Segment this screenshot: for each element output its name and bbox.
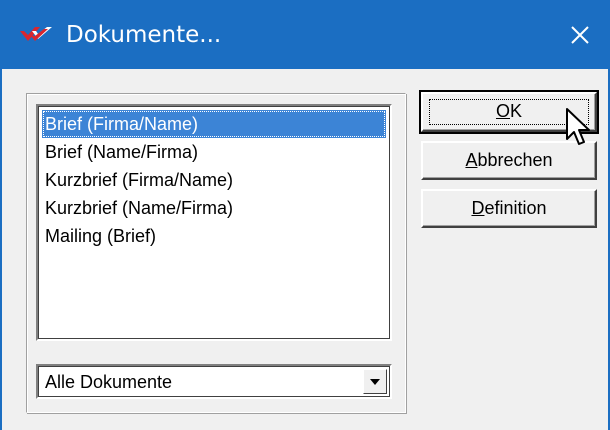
app-logo-icon (20, 27, 52, 41)
close-icon (571, 25, 589, 44)
document-filter-dropdown[interactable]: Alle Dokumente (36, 364, 392, 399)
title-bar: Dokumente... (0, 0, 610, 69)
cancel-button-label: Abbrechen (465, 150, 553, 170)
list-item[interactable]: Kurzbrief (Name/Firma) (42, 194, 386, 222)
window-title: Dokumente... (66, 22, 222, 48)
definition-button[interactable]: Definition (421, 189, 597, 228)
list-item[interactable]: Kurzbrief (Firma/Name) (42, 166, 386, 194)
dokumente-dialog: Dokumente... Brief (Firma/Name) Brief (Na… (0, 0, 610, 430)
definition-button-label: Definition (471, 198, 547, 218)
document-filter-value: Alle Dokumente (45, 372, 173, 392)
window-border-left (0, 69, 2, 430)
list-item[interactable]: Mailing (Brief) (42, 222, 386, 250)
close-button[interactable] (550, 0, 610, 69)
documents-listbox[interactable]: Brief (Firma/Name) Brief (Name/Firma) Kurz… (36, 104, 392, 341)
list-item[interactable]: Brief (Firma/Name) (42, 110, 386, 138)
dropdown-arrow-icon (370, 378, 380, 385)
dropdown-arrow-button[interactable] (363, 369, 387, 394)
list-item[interactable]: Brief (Name/Firma) (42, 138, 386, 166)
mouse-pointer-icon (566, 108, 590, 145)
